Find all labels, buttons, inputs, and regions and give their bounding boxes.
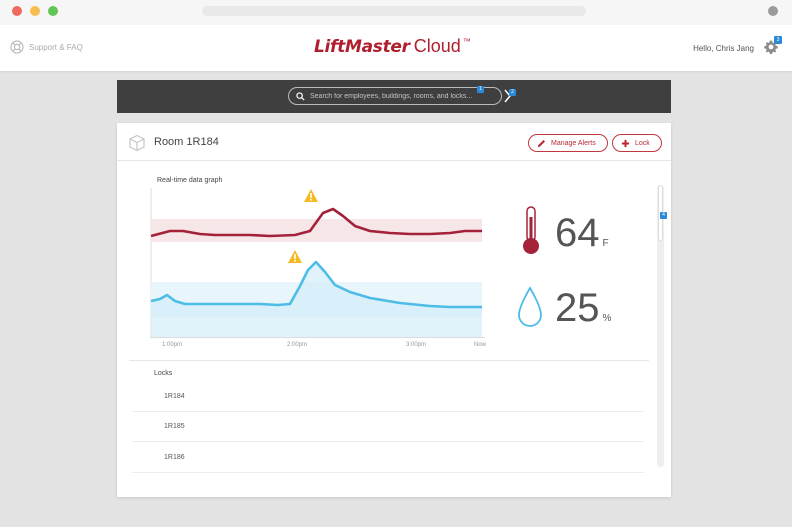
temperature-reading: 64 F — [555, 211, 609, 256]
search-bar: 1 2 — [117, 80, 671, 113]
room-card-header: Room 1R184 Manage Alerts Lock — [117, 123, 671, 161]
cube-icon — [128, 134, 146, 157]
humidity-reading: 25% — [555, 286, 611, 331]
warning-icon — [304, 189, 318, 202]
address-bar[interactable] — [202, 6, 586, 16]
plus-icon — [621, 139, 630, 147]
thermometer-icon — [520, 205, 542, 262]
support-faq-label: Support & FAQ — [29, 42, 83, 52]
search-badge: 1 — [477, 86, 484, 93]
humidity-unit: % — [602, 313, 612, 324]
search-icon — [296, 91, 305, 101]
humidity-value: 25 — [555, 286, 600, 330]
lock-list-item[interactable]: 1R185 — [132, 412, 644, 442]
window-close-button[interactable] — [12, 6, 22, 16]
support-faq-link[interactable]: Support & FAQ — [10, 40, 83, 54]
browser-menu-button[interactable] — [768, 6, 778, 16]
lock-label: Lock — [635, 139, 650, 147]
lock-label: 1R184 — [164, 393, 185, 400]
search-input[interactable] — [310, 92, 490, 100]
x-tick-label: Now — [474, 342, 487, 348]
x-tick-label: 1:00pm — [162, 342, 183, 348]
brand-liftmaster: LiftMaster — [314, 37, 410, 57]
brand-trademark: ™ — [462, 37, 471, 46]
room-title: Room 1R184 — [154, 136, 219, 148]
temperature-value: 64 — [555, 211, 600, 255]
app-header: Support & FAQ LiftMaster Cloud ™ Hello, … — [0, 25, 792, 71]
search-field[interactable] — [288, 87, 502, 105]
lock-button[interactable]: Lock — [612, 134, 662, 152]
window-zoom-button[interactable] — [48, 6, 58, 16]
lock-list-item[interactable]: 1R186 — [132, 443, 644, 473]
lifebuoy-icon — [10, 40, 24, 54]
room-card: Room 1R184 Manage Alerts Lock Real-time … — [117, 123, 671, 497]
warning-icon — [288, 250, 302, 263]
browser-chrome — [0, 0, 792, 25]
lock-label: 1R186 — [164, 454, 185, 461]
water-drop-icon — [516, 286, 544, 335]
x-tick-label: 3:00pm — [406, 342, 427, 348]
scroll-badge: 4 — [660, 212, 667, 219]
locks-heading: Locks — [154, 370, 173, 377]
manage-alerts-button[interactable]: Manage Alerts — [528, 134, 608, 152]
manage-alerts-label: Manage Alerts — [551, 139, 596, 147]
pencil-icon — [537, 139, 546, 147]
settings-badge: 3 — [774, 36, 782, 44]
x-tick-label: 2:00pm — [287, 342, 308, 348]
graph-title: Real-time data graph — [157, 177, 223, 184]
divider — [129, 360, 649, 361]
user-greeting[interactable]: Hello, Chris Jang — [693, 44, 754, 53]
window-minimize-button[interactable] — [30, 6, 40, 16]
lock-label: 1R185 — [164, 423, 185, 430]
temperature-unit: F — [602, 238, 609, 249]
brand-cloud: Cloud — [413, 36, 461, 56]
lock-list-item[interactable]: 1R184 — [132, 382, 644, 412]
realtime-graph — [150, 188, 485, 338]
brand-logo: LiftMaster Cloud ™ — [314, 36, 471, 57]
search-next-badge: 2 — [509, 89, 516, 96]
